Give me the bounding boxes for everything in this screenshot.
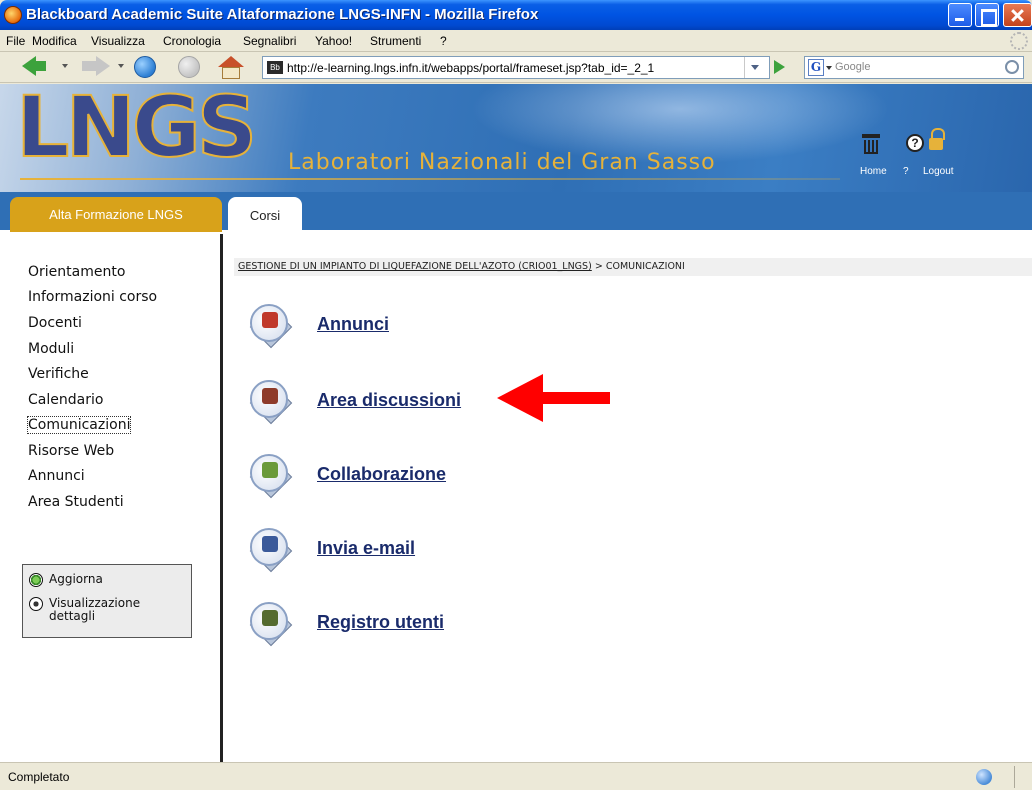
menu-strumenti[interactable]: Strumenti [370,34,421,48]
tools-box: Aggiorna Visualizzazione dettagli [22,564,192,638]
status-text: Completato [8,770,70,784]
home-icon[interactable] [218,56,244,80]
forward-arrow-icon [96,56,110,76]
status-bar: Completato [0,762,1032,790]
chevron-down-icon[interactable] [826,66,832,70]
back-button[interactable] [0,52,70,82]
help-link[interactable]: ? [903,166,909,177]
menu-segnalibri[interactable]: Segnalibri [243,34,296,48]
tool-link-invia-email[interactable]: Invia e-mail [317,538,415,559]
url-text[interactable]: http://e-learning.lngs.infn.it/webapps/p… [287,61,654,75]
search-box[interactable]: G Google [804,56,1024,79]
close-button[interactable] [1003,3,1032,27]
home-institution-icon[interactable] [862,134,880,154]
chevron-down-icon[interactable] [62,64,68,68]
window-title-bar[interactable]: Blackboard Academic Suite Altaformazione… [0,0,1032,30]
lngs-logo: LNGS [15,84,258,177]
logout-link[interactable]: Logout [923,166,954,177]
menu-modifica[interactable]: Modifica [32,34,77,48]
web-page: LNGS Laboratori Nazionali del Gran Sasso… [0,84,1032,762]
breadcrumb-current: COMUNICAZIONI [605,261,685,272]
url-history-dropdown[interactable] [744,57,764,78]
chevron-down-icon[interactable] [118,64,124,68]
sidebar-item-moduli[interactable]: Moduli [28,341,74,357]
site-banner: LNGS Laboratori Nazionali del Gran Sasso… [0,84,1032,192]
sidebar-item-verifiche[interactable]: Verifiche [28,366,89,382]
sidebar-item-orientamento[interactable]: Orientamento [28,264,125,280]
firefox-icon [4,6,22,24]
search-magnifier-icon[interactable] [1005,60,1019,74]
send-email-icon[interactable] [249,526,293,573]
detail-view-icon [29,597,43,611]
user-roster-icon[interactable] [249,600,293,647]
menu-cronologia[interactable]: Cronologia [163,34,221,48]
reload-icon[interactable] [134,56,156,78]
sidebar-item-area-studenti[interactable]: Area Studenti [28,494,124,510]
banner-divider [20,178,840,180]
menu-visualizza[interactable]: Visualizza [91,34,145,48]
tool-link-annunci[interactable]: Annunci [317,314,389,335]
network-status-icon[interactable] [976,769,992,785]
sidebar-item-docenti[interactable]: Docenti [28,315,82,331]
forward-button[interactable] [74,52,128,82]
course-menu: Orientamento Informazioni corso Docenti … [0,234,220,762]
sidebar-item-annunci[interactable]: Annunci [28,468,85,484]
sidebar-item-informazioni-corso[interactable]: Informazioni corso [28,289,157,305]
refresh-icon [29,573,43,587]
go-arrow-icon[interactable] [774,60,785,74]
breadcrumb-separator: > [594,261,603,272]
navigation-toolbar: Bb http://e-learning.lngs.infn.it/webapp… [0,52,1032,83]
tool-link-registro-utenti[interactable]: Registro utenti [317,612,444,633]
help-icon[interactable]: ? [906,134,924,152]
maximize-button[interactable] [975,3,999,27]
menu-bar: File Modifica Visualizza Cronologia Segn… [0,30,1032,52]
stop-icon[interactable] [178,56,200,78]
tool-item-annunci: Annunci [249,302,650,349]
discussion-board-icon[interactable] [249,378,293,425]
home-link[interactable]: Home [860,166,887,177]
tab-courses[interactable]: Corsi [228,197,302,234]
tab-strip: Alta Formazione LNGS Corsi [0,192,1032,234]
tool-item-registro-utenti: Registro utenti [249,600,650,647]
menu-file[interactable]: File [6,34,25,48]
search-input[interactable]: Google [835,61,870,73]
address-bar[interactable]: Bb http://e-learning.lngs.infn.it/webapp… [262,56,770,79]
throbber-icon [1010,32,1028,50]
frame-divider[interactable] [220,234,223,762]
lock-icon[interactable] [929,128,945,152]
sidebar-item-risorse-web[interactable]: Risorse Web [28,443,114,459]
window-title: Blackboard Academic Suite Altaformazione… [26,6,539,23]
tool-link-collaborazione[interactable]: Collaborazione [317,464,446,485]
tool-link-area-discussioni[interactable]: Area discussioni [317,390,461,411]
google-icon[interactable]: G [808,59,824,76]
menu-yahoo[interactable]: Yahoo! [315,34,352,48]
sidebar-item-comunicazioni[interactable]: Comunicazioni [26,416,132,434]
minimize-button[interactable] [948,3,972,27]
menu-help[interactable]: ? [440,34,447,48]
banner-tagline: Laboratori Nazionali del Gran Sasso [288,150,716,175]
site-favicon-icon: Bb [267,61,283,74]
tool-item-collaborazione: Collaborazione [249,452,650,499]
collaboration-icon[interactable] [249,452,293,499]
breadcrumb-course-link[interactable]: GESTIONE DI UN IMPIANTO DI LIQUEFAZIONE … [238,261,592,272]
tool-item-invia-email: Invia e-mail [249,526,650,573]
breadcrumb: GESTIONE DI UN IMPIANTO DI LIQUEFAZIONE … [234,258,1032,276]
tab-institution[interactable]: Alta Formazione LNGS [10,197,222,232]
sidebar-item-calendario[interactable]: Calendario [28,392,103,408]
announcements-icon[interactable] [249,302,293,349]
